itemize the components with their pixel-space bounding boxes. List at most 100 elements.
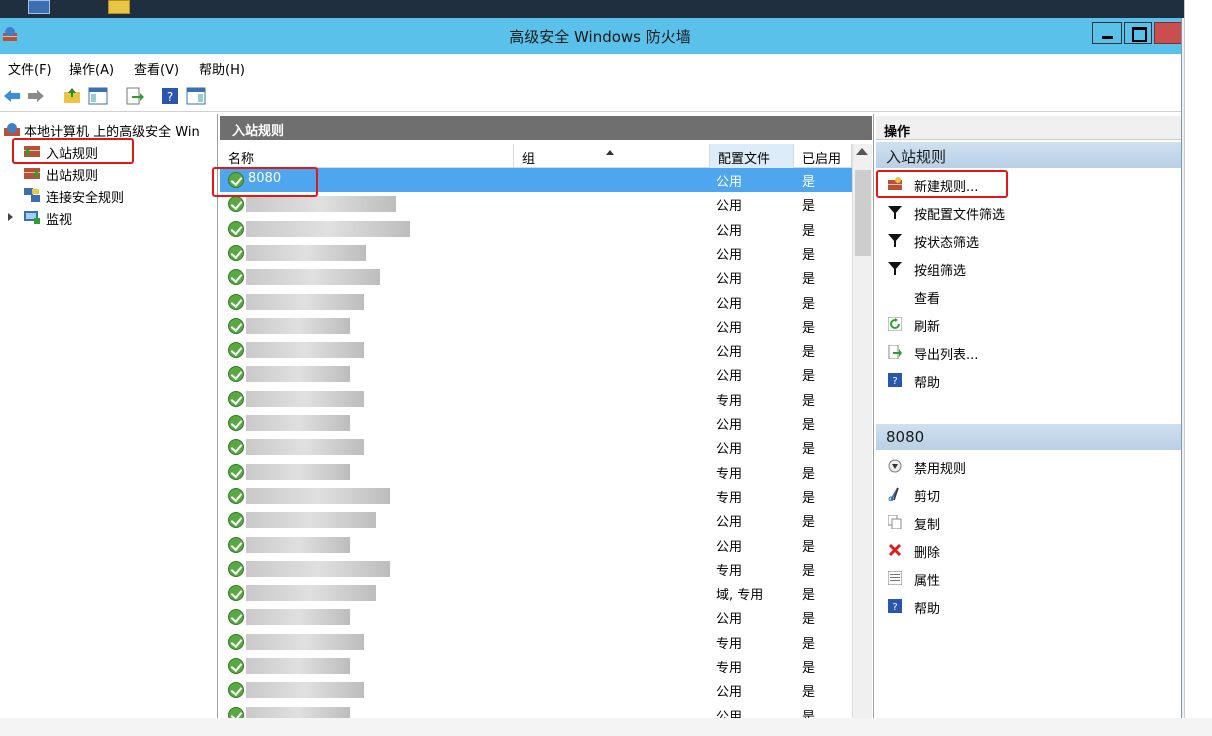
disable-rule-icon: [888, 459, 902, 473]
action-export-list[interactable]: 导出列表...: [876, 338, 1181, 366]
action-delete[interactable]: 删除: [876, 536, 1181, 564]
rule-row[interactable]: 公用 是: [220, 605, 852, 629]
enabled-check-icon: [228, 415, 244, 431]
rule-name-cell: [228, 656, 398, 676]
column-enabled[interactable]: 已启用: [794, 144, 852, 168]
show-action-pane-icon[interactable]: [186, 86, 206, 106]
rule-row[interactable]: 公用 是: [220, 314, 852, 338]
action-refresh[interactable]: 刷新: [876, 310, 1181, 338]
rule-row[interactable]: 公用 是: [220, 703, 852, 718]
rule-row[interactable]: 公用 是: [220, 435, 852, 459]
export-icon[interactable]: [124, 86, 144, 106]
rule-profile: 专用: [716, 393, 743, 409]
delete-x-icon: [888, 543, 902, 557]
rule-row[interactable]: 专用 是: [220, 557, 852, 581]
redacted-rule-name: [246, 682, 364, 699]
action-view[interactable]: 查看: [876, 282, 1181, 310]
title-bar[interactable]: 高级安全 Windows 防火墙: [0, 18, 1181, 54]
filter-icon: [888, 234, 902, 247]
rule-enabled: 是: [802, 272, 816, 288]
rule-row[interactable]: 公用 是: [220, 508, 852, 532]
menu-help[interactable]: 帮助(H): [199, 59, 245, 78]
action-label: 按配置文件筛选: [914, 208, 1006, 223]
redacted-rule-name: [246, 196, 396, 213]
action-filter-by-state[interactable]: 按状态筛选: [876, 226, 1181, 254]
enabled-check-icon: [228, 293, 244, 310]
rule-row[interactable]: 域, 专用 是: [220, 581, 852, 605]
tree-item-label: 监视: [46, 213, 73, 228]
tree-item-outbound[interactable]: 出站规则: [0, 162, 218, 184]
redacted-rule-name: [246, 293, 364, 310]
rule-row[interactable]: 公用 是: [220, 338, 852, 362]
tree-item-monitoring[interactable]: 监视: [0, 206, 218, 228]
column-name[interactable]: 名称: [220, 144, 514, 168]
actions-header: 操作: [876, 116, 1181, 140]
rule-row[interactable]: 专用 是: [220, 484, 852, 508]
rule-profile: 专用: [716, 636, 743, 652]
action-filter-by-profile[interactable]: 按配置文件筛选: [876, 198, 1181, 226]
maximize-button[interactable]: [1124, 22, 1152, 44]
rule-row[interactable]: 公用 是: [220, 533, 852, 557]
rule-profile: 公用: [716, 175, 743, 190]
rule-row[interactable]: 公用 是: [220, 678, 852, 702]
action-copy[interactable]: 复制: [876, 508, 1181, 536]
action-disable-rule[interactable]: 禁用规则: [876, 452, 1181, 480]
scroll-up-icon[interactable]: [856, 148, 868, 155]
help-icon: ?: [888, 373, 902, 387]
rule-enabled: 是: [802, 247, 816, 263]
action-cut[interactable]: 剪切: [876, 480, 1181, 508]
menu-file[interactable]: 文件(F): [8, 59, 52, 78]
screen: 高级安全 Windows 防火墙 文件(F) 操作(A) 查看(V) 帮助(H)…: [0, 0, 1212, 736]
back-arrow-icon[interactable]: [2, 86, 22, 106]
rule-enabled: 是: [802, 223, 816, 239]
forward-arrow-icon[interactable]: [26, 86, 46, 106]
close-button[interactable]: [1154, 22, 1181, 44]
rule-row[interactable]: 公用 是: [220, 265, 852, 289]
column-profile[interactable]: 配置文件: [710, 144, 794, 168]
minimize-button[interactable]: [1092, 22, 1122, 44]
rule-enabled: 是: [802, 418, 816, 433]
firewall-window: 高级安全 Windows 防火墙 文件(F) 操作(A) 查看(V) 帮助(H)…: [0, 18, 1182, 718]
enabled-check-icon: [228, 512, 244, 529]
rule-profile: 公用: [716, 369, 743, 385]
rule-row[interactable]: 专用 是: [220, 460, 852, 484]
rule-profile: 公用: [716, 709, 743, 718]
enabled-check-icon: [228, 682, 244, 699]
rule-name-cell: [228, 292, 398, 312]
tree-item-label: 出站规则: [46, 169, 99, 184]
column-group[interactable]: 组: [514, 144, 710, 168]
rule-row[interactable]: 公用 是: [220, 362, 852, 386]
rule-enabled: 是: [802, 442, 816, 458]
rule-row[interactable]: 公用 是: [220, 411, 852, 435]
expand-arrow-icon[interactable]: [8, 213, 13, 221]
action-help-1[interactable]: ? 帮助: [876, 366, 1181, 394]
scroll-thumb[interactable]: [855, 170, 871, 256]
tree-root[interactable]: 本地计算机 上的高级安全 Win: [0, 118, 218, 140]
rule-enabled: 是: [802, 320, 816, 336]
action-filter-by-group[interactable]: 按组筛选: [876, 254, 1181, 282]
tree-item-connection-security[interactable]: 连接安全规则: [0, 184, 218, 206]
action-help-2[interactable]: ? 帮助: [876, 592, 1181, 620]
vertical-scrollbar[interactable]: [852, 144, 872, 718]
actions-section-selected-rule[interactable]: 8080: [876, 424, 1181, 450]
actions-section-inbound[interactable]: 入站规则: [876, 142, 1181, 168]
rule-row[interactable]: 专用 是: [220, 630, 852, 654]
menu-view[interactable]: 查看(V): [134, 59, 179, 78]
rule-row[interactable]: 专用 是: [220, 654, 852, 678]
action-label: 帮助: [914, 602, 941, 617]
redacted-rule-name: [246, 658, 350, 674]
desktop-computer-icon[interactable]: [28, 0, 50, 14]
enabled-check-icon: [228, 196, 244, 213]
monitoring-icon: [24, 211, 40, 224]
action-properties[interactable]: 属性: [876, 564, 1181, 592]
rule-row[interactable]: 专用 是: [220, 387, 852, 411]
up-folder-icon[interactable]: [62, 86, 82, 106]
rule-row[interactable]: 公用 是: [220, 241, 852, 265]
rule-row[interactable]: 公用 是: [220, 217, 852, 241]
help-icon[interactable]: ?: [160, 86, 180, 106]
show-hide-tree-icon[interactable]: [88, 86, 108, 106]
desktop-folder-icon[interactable]: [108, 0, 130, 14]
rule-profile: 专用: [716, 661, 743, 676]
rule-row[interactable]: 公用 是: [220, 290, 852, 314]
menu-action[interactable]: 操作(A): [69, 59, 114, 78]
